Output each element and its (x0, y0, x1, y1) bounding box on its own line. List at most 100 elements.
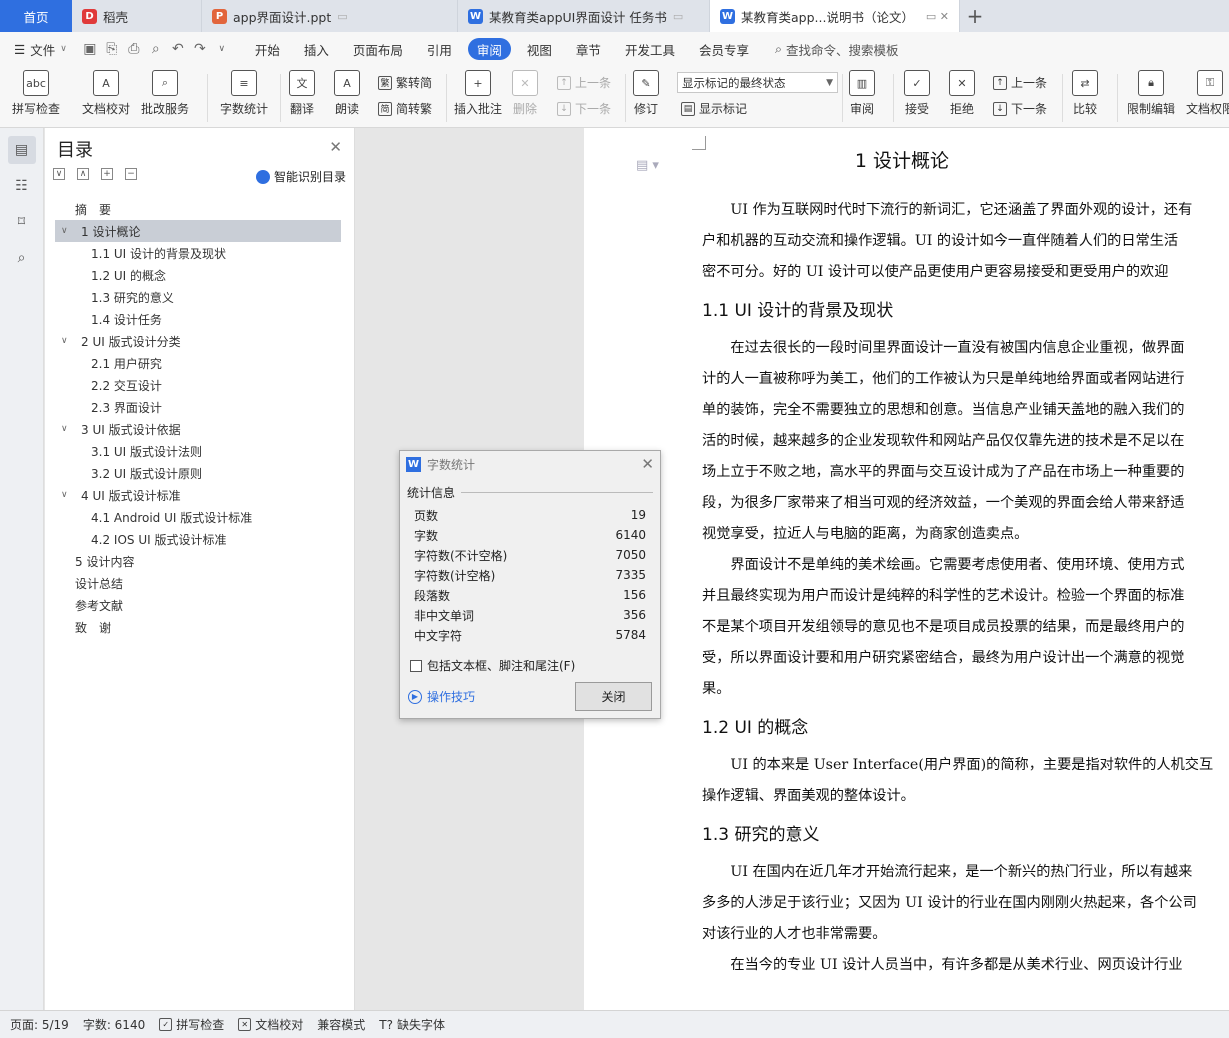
translate-button[interactable]: 文翻译 (289, 70, 315, 117)
toc-item[interactable]: 5 设计内容 (55, 550, 341, 572)
missing-font-button[interactable]: T? 缺失字体 (379, 1016, 445, 1033)
smart-toc-button[interactable]: 智能识别目录 (255, 168, 346, 185)
close-icon[interactable]: ✕ (329, 138, 342, 156)
toc-item[interactable]: 2.2 交互设计 (55, 374, 341, 396)
toc-item[interactable]: 2.3 界面设计 (55, 396, 341, 418)
print-preview-icon[interactable]: ⌕ (145, 38, 167, 60)
tab-task-doc[interactable]: W 某教育类appUI界面设计 任务书 ▭ (458, 0, 710, 32)
toc-item[interactable]: ∨ 2 UI 版式设计分类 (55, 330, 341, 352)
toc-item[interactable]: 摘 要 (55, 198, 341, 220)
spell-check-button[interactable]: abc 拼写检查 (12, 70, 60, 117)
menu-insert[interactable]: 插入 (292, 38, 341, 60)
expand-all-icon[interactable]: ∧ (77, 168, 89, 180)
restrict-edit-button[interactable]: 🔒︎ 限制编辑 (1127, 70, 1175, 117)
toc-item[interactable]: ∨ 3 UI 版式设计依据 (55, 418, 341, 440)
tab-docer[interactable]: D 稻壳 (72, 0, 202, 32)
checkbox-box[interactable] (410, 659, 422, 672)
toc-item[interactable]: 3.2 UI 版式设计原则 (55, 462, 341, 484)
accept-button[interactable]: ✓ 接受 (904, 70, 930, 117)
document-page[interactable]: ▤ ▾ 1 设计概论 UI 作为互联网时代时下流行的新词汇，它还涵盖了界面外观的… (584, 128, 1229, 1010)
menu-view[interactable]: 视图 (515, 38, 564, 60)
toc-toolbar: ∨ ∧ + − (53, 168, 137, 180)
tab-thesis-doc[interactable]: W 某教育类app...说明书（论文） ▭ ✕ (710, 0, 960, 32)
chevron-down-icon[interactable]: ∨ (61, 424, 73, 434)
more-icon[interactable]: ∨ (211, 38, 233, 60)
next-change-button[interactable]: ↓ 下一条 (993, 100, 1047, 117)
tab-home[interactable]: 首页 (0, 0, 72, 32)
insert-comment-button[interactable]: + 插入批注 (454, 70, 502, 117)
prev-change-button[interactable]: ↑ 上一条 (993, 74, 1047, 91)
toc-item[interactable]: 3.1 UI 版式设计法则 (55, 440, 341, 462)
word-icon: W (406, 456, 421, 472)
print-icon[interactable]: ⎙ (123, 38, 145, 60)
doc-proof-button[interactable]: A 文档校对 (82, 70, 130, 117)
collapse-all-icon[interactable]: ∨ (53, 168, 65, 180)
page-options-icon[interactable]: ▤ ▾ (636, 158, 659, 173)
read-aloud-button[interactable]: A 朗读 (334, 70, 360, 117)
chapter-nav-icon[interactable]: ☷ (8, 172, 36, 200)
doc-proof-toggle[interactable]: ✕ 文档校对 (238, 1016, 303, 1033)
menu-reference[interactable]: 引用 (415, 38, 464, 60)
chevron-down-icon[interactable]: ∨ (61, 336, 73, 346)
divider (461, 492, 653, 493)
page-indicator[interactable]: 页面: 5/19 (10, 1016, 69, 1033)
menu-review[interactable]: 审阅 (467, 38, 511, 60)
menu-developer[interactable]: 开发工具 (613, 38, 687, 60)
toc-panel-icon[interactable]: ▤ (7, 136, 36, 164)
toc-item[interactable]: 2.1 用户研究 (55, 352, 341, 374)
ribbon-divider (207, 74, 208, 122)
tips-link[interactable]: ▶ 操作技巧 (408, 688, 475, 705)
toc-item-selected[interactable]: ∨ 1 设计概论 (55, 220, 341, 242)
redo-icon[interactable]: ↷ (189, 38, 211, 60)
file-menu[interactable]: ☰ 文件 ∨ (0, 38, 79, 60)
save-icon[interactable]: ▣ (79, 38, 101, 60)
next-comment-button[interactable]: ↓ 下一条 (557, 100, 611, 117)
trad-to-simp-button[interactable]: 繁繁转简 (378, 74, 432, 91)
doc-permission-button[interactable]: ⚿ 文档权限 (1186, 70, 1229, 117)
toc-item[interactable]: 参考文献 (55, 594, 341, 616)
dialog-titlebar[interactable]: W 字数统计 ✕ (400, 451, 660, 477)
tab-ppt[interactable]: P app界面设计.ppt ▭ (202, 0, 458, 32)
paragraph-line: 界面设计不是单纯的美术绘画。它需要考虑使用者、使用环境、使用方式 (730, 557, 1185, 573)
chevron-down-icon[interactable]: ∨ (61, 226, 73, 236)
batch-service-button[interactable]: ⌕ 批改服务 (141, 70, 189, 117)
show-marks-button[interactable]: ▤ 显示标记 (681, 100, 747, 117)
menu-member[interactable]: 会员专享 (687, 38, 761, 60)
include-textbox-checkbox[interactable]: 包括文本框、脚注和尾注(F) (410, 657, 575, 674)
toc-item[interactable]: 4.1 Android UI 版式设计标准 (55, 506, 341, 528)
simp-to-trad-button[interactable]: 简简转繁 (378, 100, 432, 117)
toc-item[interactable]: 致 谢 (55, 616, 341, 638)
remove-heading-icon[interactable]: − (125, 168, 137, 180)
add-heading-icon[interactable]: + (101, 168, 113, 180)
toc-item[interactable]: ∨ 4 UI 版式设计标准 (55, 484, 341, 506)
bookmark-icon[interactable]: ⌑ (8, 208, 36, 236)
toc-item[interactable]: 设计总结 (55, 572, 341, 594)
toc-item[interactable]: 1.2 UI 的概念 (55, 264, 341, 286)
undo-icon[interactable]: ↶ (167, 38, 189, 60)
export-icon[interactable]: ⎘ (101, 38, 123, 60)
toc-item[interactable]: 1.1 UI 设计的背景及现状 (55, 242, 341, 264)
word-count-button[interactable]: ≡ 字数统计 (220, 70, 268, 117)
reject-button[interactable]: ✕ 拒绝 (949, 70, 975, 117)
menu-layout[interactable]: 页面布局 (341, 38, 415, 60)
review-pane-button[interactable]: ▥ 审阅 (849, 70, 875, 117)
revise-button[interactable]: ✎ 修订 (633, 70, 659, 117)
command-search[interactable]: ⌕ 查找命令、搜索模板 (775, 40, 899, 59)
toc-item[interactable]: 4.2 IOS UI 版式设计标准 (55, 528, 341, 550)
prev-comment-button[interactable]: ↑ 上一条 (557, 74, 611, 91)
menu-start[interactable]: 开始 (243, 38, 292, 60)
close-icon[interactable]: ✕ (641, 455, 654, 473)
close-tab-icon[interactable]: ▭ ✕ (926, 10, 949, 23)
word-count-indicator[interactable]: 字数: 6140 (83, 1016, 145, 1033)
toc-item[interactable]: 1.3 研究的意义 (55, 286, 341, 308)
search-icon[interactable]: ⌕ (8, 244, 36, 272)
new-tab-button[interactable]: + (960, 0, 990, 32)
toc-item[interactable]: 1.4 设计任务 (55, 308, 341, 330)
display-mode-select[interactable]: 显示标记的最终状态 ▼ (677, 72, 838, 93)
delete-comment-button[interactable]: ✕ 删除 (512, 70, 538, 117)
chevron-down-icon[interactable]: ∨ (61, 490, 73, 500)
compare-button[interactable]: ⇄ 比较 (1072, 70, 1098, 117)
spell-check-toggle[interactable]: ✓ 拼写检查 (159, 1016, 224, 1033)
menu-chapter[interactable]: 章节 (564, 38, 613, 60)
close-button[interactable]: 关闭 (575, 682, 652, 711)
